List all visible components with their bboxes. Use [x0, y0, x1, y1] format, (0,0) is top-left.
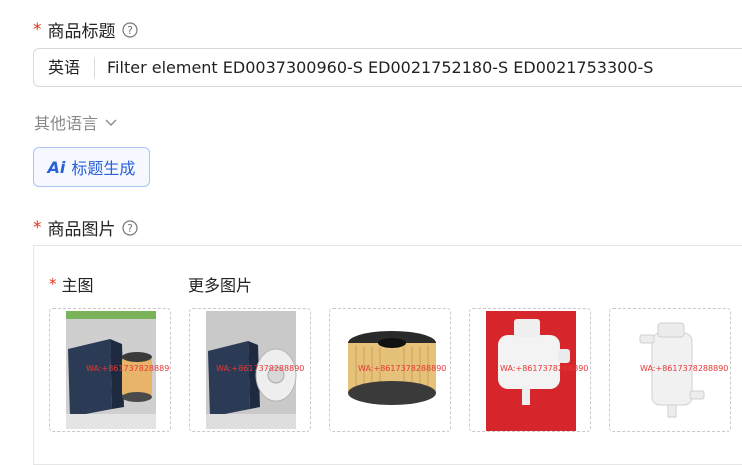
required-mark: * — [33, 19, 42, 40]
main-image-thumbnail[interactable]: WA:+8617378288890 — [49, 308, 171, 432]
help-icon[interactable]: ? — [121, 21, 138, 38]
chevron-down-icon — [105, 119, 117, 126]
watermark-text: WA:+8617378288890 — [500, 364, 589, 373]
more-images-label: 更多图片 — [188, 276, 253, 295]
more-image-thumbnail[interactable]: WA:+8617378288890 — [189, 308, 311, 432]
more-image-thumbnail[interactable]: WA:+8617378288890 — [469, 308, 591, 432]
svg-text:?: ? — [127, 222, 133, 235]
images-section-label: * 商品图片 ? — [33, 215, 138, 240]
required-mark: * — [49, 275, 57, 293]
title-generate-label: 标题生成 — [71, 159, 136, 178]
title-value[interactable]: Filter element ED0037300960-S ED00217521… — [95, 58, 653, 77]
watermark-text: WA:+8617378288890 — [640, 364, 729, 373]
help-icon[interactable]: ? — [121, 219, 138, 236]
language-label: 英语 — [34, 57, 96, 78]
ai-icon: Ai — [47, 157, 66, 177]
main-image-label: * 主图 — [49, 275, 94, 295]
required-mark: * — [33, 217, 42, 238]
other-language-toggle[interactable]: 其他语言 — [34, 110, 118, 134]
more-image-thumbnail[interactable]: WA:+8617378288890 — [609, 308, 731, 432]
images-label: 商品图片 — [47, 220, 116, 240]
title-label: 商品标题 — [47, 22, 116, 42]
title-section-label: * 商品标题 ? — [33, 17, 138, 42]
more-image-thumbnail[interactable]: WA:+8617378288890 — [329, 308, 451, 432]
other-language-label: 其他语言 — [34, 114, 99, 133]
title-generate-button[interactable]: Ai 标题生成 — [33, 147, 150, 187]
title-input[interactable]: 英语 Filter element ED0037300960-S ED00217… — [33, 48, 742, 87]
svg-text:?: ? — [127, 24, 133, 37]
watermark-text: WA:+8617378288890 — [86, 364, 171, 373]
watermark-text: WA:+8617378288890 — [358, 364, 447, 373]
watermark-text: WA:+8617378288890 — [216, 364, 305, 373]
